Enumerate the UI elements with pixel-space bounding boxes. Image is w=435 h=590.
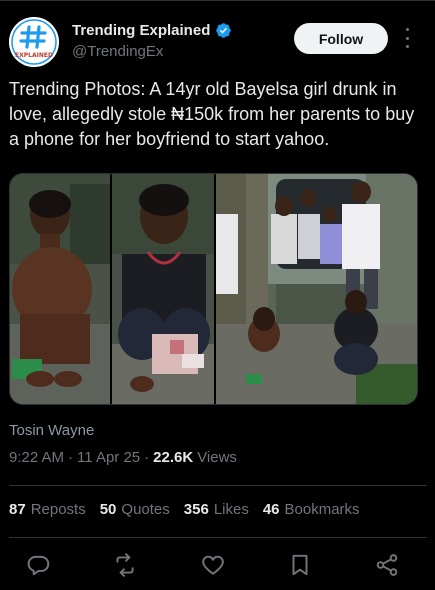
tweet-text: Trending Photos: A 14yr old Bayelsa girl… <box>9 79 415 149</box>
stat-reposts[interactable]: 87 Reposts <box>9 501 86 518</box>
photo-grid <box>9 173 418 405</box>
stat-label: Reposts <box>30 501 86 518</box>
engagement-stats: 87 Reposts 50 Quotes 356 Likes 46 Bookma… <box>9 501 360 518</box>
photo-credit: Tosin Wayne <box>9 422 95 439</box>
like-icon[interactable] <box>200 552 226 578</box>
svg-text:EXPLAINED: EXPLAINED <box>15 52 53 59</box>
verified-badge-icon[interactable] <box>215 22 232 39</box>
stat-label: Bookmarks <box>284 501 360 518</box>
photo-2[interactable] <box>112 174 214 404</box>
stat-label: Likes <box>213 501 249 518</box>
action-bar <box>0 550 435 580</box>
tweet-time[interactable]: 9:22 AM <box>9 449 64 466</box>
divider <box>9 537 427 538</box>
stat-likes[interactable]: 356 Likes <box>184 501 249 518</box>
tweet-date[interactable]: 11 Apr 25 <box>77 449 140 466</box>
avatar[interactable]: EXPLAINED <box>9 17 59 67</box>
more-options-icon[interactable] <box>400 28 414 48</box>
repost-icon[interactable] <box>112 552 138 578</box>
reply-icon[interactable] <box>25 552 51 578</box>
tweet-meta: 9:22 AM · 11 Apr 25 · 22.6K Views <box>9 449 237 466</box>
top-divider <box>0 0 435 1</box>
stat-count: 50 <box>99 501 117 518</box>
stat-count: 46 <box>262 501 280 518</box>
divider <box>9 485 427 486</box>
stat-quotes[interactable]: 50 Quotes <box>100 501 170 518</box>
meta-separator: · <box>68 449 74 466</box>
tweet-detail: EXPLAINED Trending Explained @TrendingEx… <box>0 0 435 590</box>
photo-1[interactable] <box>10 174 110 404</box>
stat-count: 356 <box>183 501 209 518</box>
display-name[interactable]: Trending Explained <box>72 22 210 39</box>
hashtag-logo-icon: EXPLAINED <box>9 17 59 67</box>
meta-separator: · <box>144 449 150 466</box>
handle[interactable]: @TrendingEx <box>72 43 163 60</box>
photo-3[interactable] <box>216 174 417 404</box>
views-count[interactable]: 22.6K <box>153 449 193 466</box>
stat-label: Quotes <box>121 501 170 518</box>
follow-button[interactable]: Follow <box>294 23 388 54</box>
bookmark-icon[interactable] <box>287 552 313 578</box>
stat-count: 87 <box>9 501 26 518</box>
stat-bookmarks[interactable]: 46 Bookmarks <box>263 501 360 518</box>
share-icon[interactable] <box>374 552 400 578</box>
views-label: Views <box>197 449 237 466</box>
